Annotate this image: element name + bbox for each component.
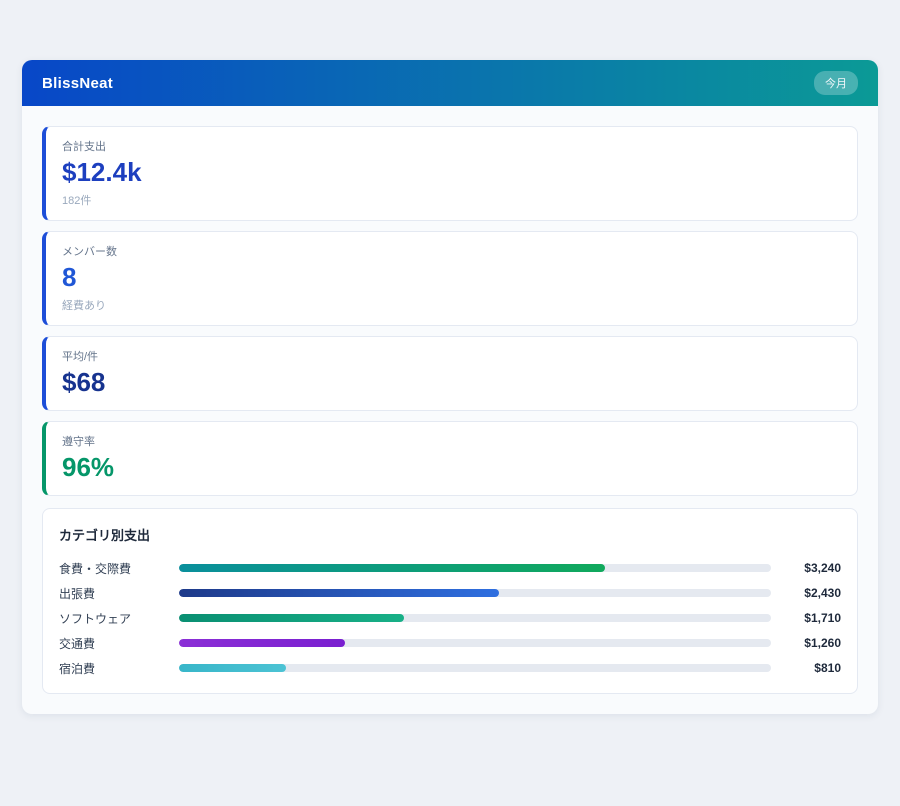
stat-label: 平均/件: [62, 348, 841, 364]
bar-track: [179, 589, 771, 597]
category-amount: $810: [779, 661, 841, 675]
bar-fill: [179, 639, 345, 647]
category-label: ソフトウェア: [59, 610, 179, 627]
dashboard-card: BlissNeat 今月 合計支出 $12.4k 182件 メンバー数 8 経費…: [22, 60, 878, 714]
category-row: 宿泊費 $810: [59, 660, 841, 677]
category-amount: $1,260: [779, 636, 841, 650]
stat-card-average: 平均/件 $68: [42, 336, 858, 411]
category-row: 出張費 $2,430: [59, 585, 841, 602]
category-amount: $1,710: [779, 611, 841, 625]
stat-subtext: 182件: [62, 192, 841, 208]
bar-fill: [179, 614, 404, 622]
category-label: 宿泊費: [59, 660, 179, 677]
stat-card-total-spend: 合計支出 $12.4k 182件: [42, 126, 858, 221]
category-section-title: カテゴリ別支出: [59, 525, 841, 544]
category-row: 交通費 $1,260: [59, 635, 841, 652]
stat-label: 合計支出: [62, 138, 841, 154]
category-label: 出張費: [59, 585, 179, 602]
stat-card-compliance: 遵守率 96%: [42, 421, 858, 496]
dashboard-body: 合計支出 $12.4k 182件 メンバー数 8 経費あり 平均/件 $68 遵…: [22, 106, 878, 714]
bar-track: [179, 639, 771, 647]
stat-value: 8: [62, 263, 841, 293]
app-header: BlissNeat 今月: [22, 60, 878, 106]
bar-track: [179, 614, 771, 622]
period-badge[interactable]: 今月: [814, 71, 858, 95]
app-title: BlissNeat: [42, 75, 113, 92]
category-row: ソフトウェア $1,710: [59, 610, 841, 627]
stat-subtext: 経費あり: [62, 297, 841, 313]
bar-fill: [179, 564, 605, 572]
stat-value: $68: [62, 368, 841, 398]
stat-value: 96%: [62, 453, 841, 483]
stat-label: メンバー数: [62, 243, 841, 259]
category-amount: $2,430: [779, 586, 841, 600]
category-label: 食費・交際費: [59, 560, 179, 577]
stat-value: $12.4k: [62, 158, 841, 188]
category-label: 交通費: [59, 635, 179, 652]
category-row: 食費・交際費 $3,240: [59, 560, 841, 577]
stat-card-members: メンバー数 8 経費あり: [42, 231, 858, 326]
bar-fill: [179, 664, 286, 672]
category-breakdown-card: カテゴリ別支出 食費・交際費 $3,240 出張費 $2,430 ソフトウェア …: [42, 508, 858, 694]
bar-track: [179, 564, 771, 572]
stat-label: 遵守率: [62, 433, 841, 449]
category-amount: $3,240: [779, 561, 841, 575]
bar-fill: [179, 589, 499, 597]
bar-track: [179, 664, 771, 672]
